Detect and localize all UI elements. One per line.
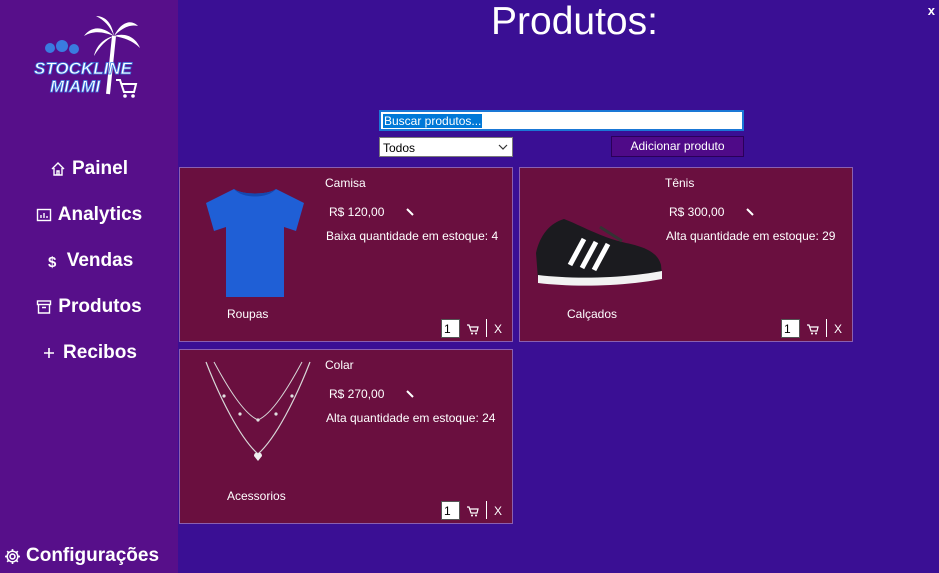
- search-input[interactable]: Buscar produtos...: [379, 110, 744, 131]
- product-category: Roupas: [227, 307, 269, 321]
- plus-icon: [41, 345, 57, 361]
- product-name: Camisa: [325, 176, 366, 190]
- dollar-icon: $: [45, 253, 61, 269]
- divider: [486, 319, 487, 337]
- divider: [486, 501, 487, 519]
- gear-icon: [4, 548, 21, 565]
- product-card: Tênis R$ 300,00 Alta quantidade em estoq…: [519, 167, 853, 342]
- pencil-icon[interactable]: [745, 207, 755, 217]
- quantity-input[interactable]: 1: [441, 501, 460, 520]
- add-product-button[interactable]: Adicionar produto: [611, 136, 744, 157]
- add-to-cart-icon[interactable]: [466, 323, 479, 335]
- nav-produtos[interactable]: Produtos: [0, 292, 178, 322]
- quantity-input[interactable]: 1: [441, 319, 460, 338]
- quantity-input[interactable]: 1: [781, 319, 800, 338]
- svg-text:MIAMI: MIAMI: [50, 77, 101, 96]
- page-title: Produtos:: [491, 0, 658, 43]
- product-name: Tênis: [665, 176, 695, 190]
- nav-label: Produtos: [58, 296, 142, 317]
- chart-icon: [36, 207, 52, 223]
- pencil-icon[interactable]: [405, 207, 415, 217]
- product-image-necklace: [200, 358, 312, 468]
- divider: [826, 319, 827, 337]
- close-button[interactable]: x: [928, 3, 935, 18]
- home-icon: [50, 161, 66, 177]
- nav-label: Recibos: [63, 342, 137, 363]
- svg-text:$: $: [48, 254, 57, 269]
- product-category: Calçados: [567, 307, 618, 321]
- nav-label: Painel: [72, 158, 128, 179]
- product-category: Acessorios: [227, 489, 286, 503]
- sidebar: STOCKLINE MIAMI Painel Analytics $ Venda…: [0, 0, 178, 573]
- svg-text:STOCKLINE: STOCKLINE: [34, 59, 133, 78]
- nav-analytics[interactable]: Analytics: [0, 200, 178, 230]
- pencil-icon[interactable]: [405, 389, 415, 399]
- category-filter-select[interactable]: Todos: [379, 137, 513, 157]
- chevron-down-icon: [498, 144, 508, 150]
- delete-product-button[interactable]: X: [494, 322, 502, 336]
- product-card: Camisa R$ 120,00 Baixa quantidade em est…: [179, 167, 513, 342]
- delete-product-button[interactable]: X: [494, 504, 502, 518]
- box-icon: [36, 299, 52, 315]
- nav-painel[interactable]: Painel: [0, 154, 178, 184]
- nav-recibos[interactable]: Recibos: [0, 338, 178, 368]
- product-card: Colar R$ 270,00 Alta quantidade em estoq…: [179, 349, 513, 524]
- product-price: R$ 120,00: [329, 205, 385, 219]
- product-price: R$ 270,00: [329, 387, 385, 401]
- stock-status: Alta quantidade em estoque: 24: [326, 411, 496, 425]
- product-image-sneaker: [530, 213, 665, 288]
- nav-label: Analytics: [57, 204, 143, 225]
- nav-label: Vendas: [66, 250, 134, 271]
- category-filter-value: Todos: [383, 141, 416, 155]
- stock-status: Baixa quantidade em estoque: 4: [326, 229, 499, 243]
- search-input-value: Buscar produtos...: [383, 114, 483, 128]
- delete-product-button[interactable]: X: [834, 322, 842, 336]
- add-to-cart-icon[interactable]: [466, 505, 479, 517]
- brand-logo: STOCKLINE MIAMI: [30, 14, 142, 102]
- product-price: R$ 300,00: [669, 205, 725, 219]
- product-image-tshirt: [200, 183, 310, 301]
- nav-vendas[interactable]: $ Vendas: [0, 246, 178, 276]
- product-name: Colar: [325, 358, 354, 372]
- stock-status: Alta quantidade em estoque: 29: [666, 229, 836, 243]
- nav-configuracoes[interactable]: Configurações: [4, 542, 159, 570]
- settings-label: Configurações: [26, 545, 160, 566]
- add-to-cart-icon[interactable]: [806, 323, 819, 335]
